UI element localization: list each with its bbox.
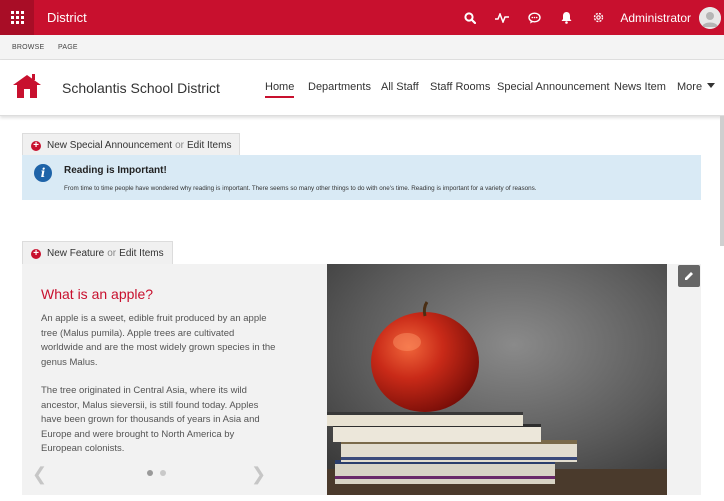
ribbon-bar: BROWSE PAGE	[0, 35, 724, 60]
feature-carousel: What is an apple? An apple is a sweet, e…	[22, 264, 701, 495]
nav-more-label: More	[677, 81, 703, 93]
activity-icon[interactable]	[486, 0, 518, 35]
announcement-toolbar: + New Special Announcement or Edit Items	[22, 133, 241, 157]
carousel-dot[interactable]	[160, 470, 166, 476]
feature-title: What is an apple?	[41, 286, 154, 302]
carousel-indicators	[147, 470, 166, 476]
special-announcement: i Reading is Important! From time to tim…	[22, 155, 701, 200]
nav-item-news-item[interactable]: News Item	[614, 81, 666, 93]
nav-item-special-announcement[interactable]: Special Announcement	[497, 81, 610, 93]
nav-item-more[interactable]: More	[677, 81, 716, 93]
settings-gear-icon[interactable]	[582, 0, 614, 35]
feature-paragraph: The tree originated in Central Asia, whe…	[41, 385, 260, 454]
suite-title[interactable]: District	[47, 10, 87, 25]
new-special-announcement-link[interactable]: New Special Announcement	[47, 140, 172, 151]
feature-paragraph: An apple is a sweet, edible fruit produc…	[41, 313, 276, 368]
add-circle-icon: +	[31, 248, 41, 259]
app-launcher-icon[interactable]	[0, 0, 34, 35]
chevron-left-icon[interactable]: ❮	[32, 464, 47, 485]
feature-toolbar: + New Feature or Edit Items	[22, 241, 173, 265]
add-circle-icon: +	[31, 140, 41, 151]
pencil-edit-icon[interactable]	[678, 265, 700, 287]
nav-item-staff-rooms[interactable]: Staff Rooms	[430, 81, 490, 93]
page-scrollbar[interactable]	[720, 116, 724, 246]
chevron-down-icon	[707, 83, 716, 88]
or-separator: or	[107, 248, 117, 259]
carousel-dot[interactable]	[147, 470, 153, 476]
announcement-title[interactable]: Reading is Important!	[64, 165, 167, 176]
new-feature-link[interactable]: New Feature	[47, 248, 104, 259]
ribbon-tab-browse[interactable]: BROWSE	[12, 44, 44, 51]
or-separator: or	[175, 140, 184, 151]
nav-item-all-staff[interactable]: All Staff	[381, 81, 419, 93]
top-navigation: Home Departments All Staff Staff Rooms S…	[0, 81, 724, 101]
chat-icon[interactable]	[518, 0, 550, 35]
notification-bell-icon[interactable]	[550, 0, 582, 35]
user-avatar-icon[interactable]	[699, 6, 721, 29]
feature-text: An apple is a sweet, edible fruit produc…	[41, 312, 276, 457]
announcement-body: From time to time people have wondered w…	[64, 185, 537, 192]
search-icon[interactable]	[454, 0, 486, 35]
user-name[interactable]: Administrator	[620, 11, 691, 25]
nav-item-departments[interactable]: Departments	[308, 81, 371, 93]
site-header: Scholantis School District Home Departme…	[0, 60, 724, 116]
edit-items-link[interactable]: Edit Items	[119, 248, 163, 259]
feature-image	[327, 264, 667, 495]
chevron-right-icon[interactable]: ❯	[251, 464, 266, 485]
edit-items-link[interactable]: Edit Items	[187, 140, 231, 151]
ribbon-tab-page[interactable]: PAGE	[58, 44, 78, 51]
info-icon: i	[34, 164, 52, 182]
nav-item-home[interactable]: Home	[265, 81, 295, 98]
suite-bar: District Administrator	[0, 0, 724, 35]
